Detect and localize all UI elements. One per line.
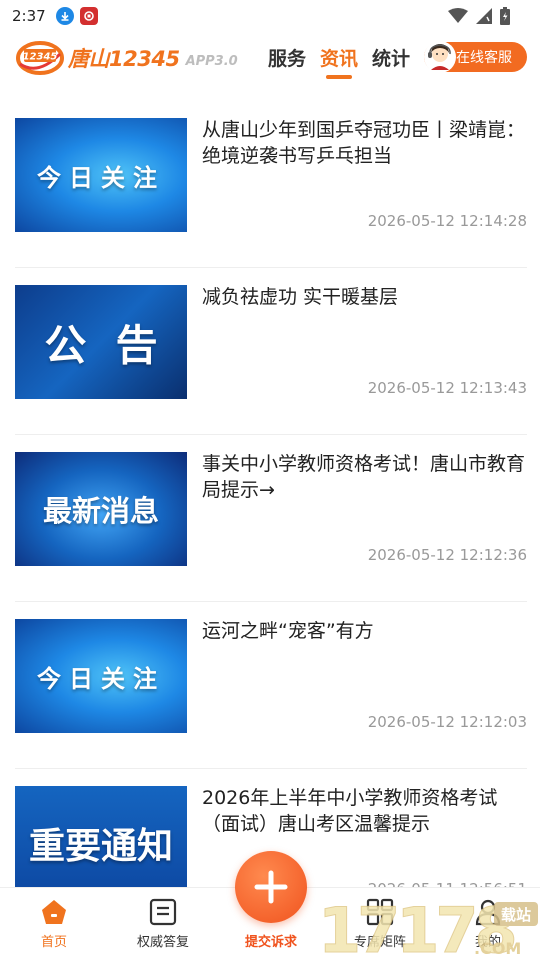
customer-service-label: 在线客服 <box>456 50 512 66</box>
thumbnail-text: 今日关注 <box>37 163 165 192</box>
news-item[interactable]: 今日关注 从唐山少年到国乒夺冠功臣丨梁靖崑：绝境逆袭书写乒乓担当 2026-05… <box>15 101 527 268</box>
status-time: 2:37 <box>12 7 46 25</box>
news-title: 减负祛虚功 实干暖基层 <box>202 286 399 308</box>
nav-home-label: 首页 <box>40 935 67 950</box>
news-title: 2026年上半年中小学教师资格考试（面试）唐山考区温馨提示 <box>202 787 498 835</box>
customer-service-avatar-icon <box>424 41 456 73</box>
grid-icon <box>366 898 394 926</box>
nav-home[interactable]: 首页 <box>14 898 94 950</box>
news-item[interactable]: 今日关注 运河之畔“宠客”有方 2026-05-12 12:12:03 <box>15 602 527 769</box>
user-icon <box>475 899 501 926</box>
app-logo: 12345 唐山12345 APP3.0 <box>16 40 238 76</box>
news-title: 运河之畔“宠客”有方 <box>202 620 374 642</box>
news-title: 从唐山少年到国乒夺冠功臣丨梁靖崑：绝境逆袭书写乒乓担当 <box>202 119 526 167</box>
online-customer-service-button[interactable]: 在线客服 <box>424 41 527 73</box>
logo-badge-number: 12345 <box>23 52 58 63</box>
news-time: 2026-05-12 12:14:28 <box>367 212 527 230</box>
thumbnail-text: 最新消息 <box>42 494 159 528</box>
news-thumbnail: 最新消息 <box>15 452 187 566</box>
app-notification-icon <box>79 7 98 25</box>
signal-icon <box>476 8 492 24</box>
nav-mine-label: 我的 <box>474 935 501 950</box>
nav-authoritative-replies[interactable]: 权威答复 <box>123 898 203 950</box>
news-thumbnail: 公 告 <box>15 285 187 399</box>
submit-request-button[interactable] <box>235 851 307 923</box>
news-item[interactable]: 最新消息 事关中小学教师资格考试！唐山市教育局提示→ 2026-05-12 12… <box>15 435 527 602</box>
news-list: 今日关注 从唐山少年到国乒夺冠功臣丨梁靖崑：绝境逆袭书写乒乓担当 2026-05… <box>15 101 527 936</box>
plus-icon <box>254 870 288 904</box>
wifi-icon <box>448 8 468 23</box>
battery-icon <box>500 7 510 25</box>
logo-title: 唐山12345 <box>68 47 180 71</box>
nav-mine[interactable]: 我的 <box>448 898 528 950</box>
thumbnail-text: 公 告 <box>44 320 158 370</box>
logo-badge-icon: 12345 <box>16 41 64 75</box>
news-thumbnail: 今日关注 <box>15 619 187 733</box>
news-time: 2026-05-12 12:12:03 <box>367 713 527 731</box>
news-item[interactable]: 公 告 减负祛虚功 实干暖基层 2026-05-12 12:13:43 <box>15 268 527 435</box>
status-indicators <box>448 7 510 25</box>
header-tabs: 服务 资讯 统计 <box>268 44 410 79</box>
app-header: 12345 唐山12345 APP3.0 服务 资讯 统计 在线客服 <box>0 36 540 84</box>
submit-request-label: 提交诉求 <box>244 935 297 950</box>
tab-news[interactable]: 资讯 <box>320 44 358 79</box>
thumbnail-text: 今日关注 <box>37 664 165 693</box>
news-title: 事关中小学教师资格考试！唐山市教育局提示→ <box>202 453 526 501</box>
document-icon <box>149 898 177 926</box>
download-notification-icon <box>55 7 74 25</box>
news-time: 2026-05-12 12:13:43 <box>367 379 527 397</box>
nav-expert-matrix[interactable]: 专席矩阵 <box>340 898 420 950</box>
tab-statistics[interactable]: 统计 <box>372 44 410 71</box>
status-bar: 2:37 <box>0 0 540 32</box>
news-thumbnail: 今日关注 <box>15 118 187 232</box>
thumbnail-text: 重要通知 <box>28 826 173 867</box>
nav-expert-matrix-label: 专席矩阵 <box>353 935 406 950</box>
home-icon <box>42 900 66 924</box>
news-time: 2026-05-12 12:12:36 <box>367 546 527 564</box>
tab-services[interactable]: 服务 <box>268 44 306 71</box>
news-thumbnail: 重要通知 <box>15 786 187 900</box>
nav-authoritative-replies-label: 权威答复 <box>136 935 189 950</box>
logo-subtitle: APP3.0 <box>185 53 238 69</box>
